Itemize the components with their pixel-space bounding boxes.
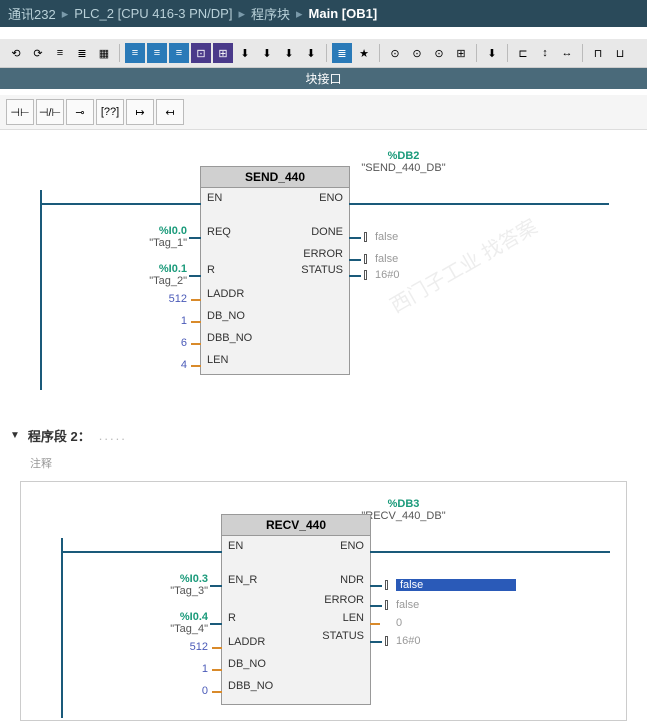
tb-btn-8[interactable]: ≡ bbox=[169, 43, 189, 63]
fb1-status-val[interactable]: 16#0 bbox=[375, 269, 399, 281]
fb2-ndr-val[interactable]: false bbox=[396, 579, 526, 591]
tb-btn-3[interactable]: ≡ bbox=[50, 43, 70, 63]
network-2-header[interactable]: ▼ 程序段 2： ..... bbox=[0, 420, 647, 451]
fb2-pin-en: EN bbox=[228, 540, 243, 552]
lad-contact-nc[interactable]: ⊣/⊢ bbox=[36, 99, 64, 125]
fb2-error-val[interactable]: false bbox=[396, 599, 419, 611]
lad-box[interactable]: [??] bbox=[96, 99, 124, 125]
tb-btn-5[interactable]: ▦ bbox=[94, 43, 114, 63]
fb2-status-val[interactable]: 16#0 bbox=[396, 635, 420, 647]
network-1: %DB2 "SEND_440_DB" SEND_440 EN ENO REQ D… bbox=[0, 130, 647, 390]
tb-btn-14[interactable]: ⬇ bbox=[301, 43, 321, 63]
network-2: %DB3 "RECV_440_DB" RECV_440 EN ENO EN_R … bbox=[20, 481, 627, 721]
watermark: 西门子工业 找答案 bbox=[384, 211, 542, 319]
tb-btn-9[interactable]: ⊡ bbox=[191, 43, 211, 63]
fb1-pin-status: STATUS bbox=[301, 264, 343, 276]
fb1-done-val[interactable]: false bbox=[375, 231, 398, 243]
fb1-pin-dbno: DB_NO bbox=[207, 310, 245, 322]
fb2-pin-enr: EN_R bbox=[228, 574, 257, 586]
breadcrumb: 通讯232 ▸ PLC_2 [CPU 416-3 PN/DP] ▸ 程序块 ▸ … bbox=[0, 0, 647, 27]
tb-btn-13[interactable]: ⬇ bbox=[279, 43, 299, 63]
block-interface-header[interactable]: 块接口 bbox=[0, 68, 647, 89]
lad-toolbar: ⊣⊢ ⊣/⊢ ⊸ [??] ↦ ↤ bbox=[0, 95, 647, 130]
fb2-pin-eno: ENO bbox=[340, 540, 364, 552]
fb2-dbbno-input[interactable]: 0 bbox=[202, 685, 208, 697]
fb2-pin-r: R bbox=[228, 612, 236, 624]
fb1-dbno-input[interactable]: 1 bbox=[181, 315, 187, 327]
fb1-block[interactable]: SEND_440 EN ENO REQ DONE %I0.0 "Tag_1" bbox=[200, 166, 350, 375]
fb2-pin-error: ERROR bbox=[324, 594, 364, 606]
fb2-pin-ndr: NDR bbox=[340, 574, 364, 586]
fb1-pin-laddr: LADDR bbox=[207, 288, 244, 300]
fb2-block[interactable]: RECV_440 EN ENO EN_R NDR %I0.3 "Tag_3" bbox=[221, 514, 371, 705]
lad-branch-close[interactable]: ↤ bbox=[156, 99, 184, 125]
fb2-pin-laddr: LADDR bbox=[228, 636, 265, 648]
fb1-pin-req: REQ bbox=[207, 226, 231, 238]
eno-wire bbox=[349, 203, 609, 205]
fb2-pin-len: LEN bbox=[343, 612, 364, 624]
breadcrumb-sep: ▸ bbox=[62, 6, 69, 22]
breadcrumb-item[interactable]: 程序块 bbox=[251, 4, 290, 23]
fb1-pin-eno: ENO bbox=[319, 192, 343, 204]
en-wire bbox=[41, 203, 201, 205]
tb-btn-22[interactable]: ⊏ bbox=[513, 43, 533, 63]
dots-icon: ..... bbox=[99, 428, 127, 443]
tb-btn-25[interactable]: ⊓ bbox=[588, 43, 608, 63]
tb-btn-15[interactable]: ≣ bbox=[332, 43, 352, 63]
main-toolbar: ⟲ ⟳ ≡ ≣ ▦ ≡ ≡ ≡ ⊡ ⊞ ⬇ ⬇ ⬇ ⬇ ≣ ★ ⊙ ⊙ ⊙ ⊞ … bbox=[0, 39, 647, 68]
fb1-pin-r: R bbox=[207, 264, 215, 276]
fb2-title: RECV_440 bbox=[222, 515, 370, 536]
fb1-len-input[interactable]: 4 bbox=[181, 359, 187, 371]
fb2-enr-input[interactable]: %I0.3 "Tag_3" bbox=[170, 573, 208, 597]
network-2-title: 程序段 2： bbox=[28, 426, 91, 445]
tb-btn-17[interactable]: ⊙ bbox=[385, 43, 405, 63]
editor-canvas[interactable]: %DB2 "SEND_440_DB" SEND_440 EN ENO REQ D… bbox=[0, 130, 647, 721]
fb1-req-input[interactable]: %I0.0 "Tag_1" bbox=[149, 225, 187, 249]
tb-btn-6[interactable]: ≡ bbox=[125, 43, 145, 63]
fb2-laddr-input[interactable]: 512 bbox=[190, 641, 208, 653]
collapse-arrow-icon[interactable]: ▼ bbox=[10, 430, 20, 441]
breadcrumb-sep: ▸ bbox=[296, 6, 303, 22]
fb1-title: SEND_440 bbox=[201, 167, 349, 188]
tb-btn-21[interactable]: ⬇ bbox=[482, 43, 502, 63]
fb1-pin-error: ERROR bbox=[303, 248, 343, 260]
fb1-r-input[interactable]: %I0.1 "Tag_2" bbox=[149, 263, 187, 287]
lad-branch-open[interactable]: ↦ bbox=[126, 99, 154, 125]
tb-btn-18[interactable]: ⊙ bbox=[407, 43, 427, 63]
breadcrumb-sep: ▸ bbox=[238, 6, 245, 22]
tb-btn-10[interactable]: ⊞ bbox=[213, 43, 233, 63]
tb-btn-26[interactable]: ⊔ bbox=[610, 43, 630, 63]
tb-btn-11[interactable]: ⬇ bbox=[235, 43, 255, 63]
fb2-r-input[interactable]: %I0.4 "Tag_4" bbox=[170, 611, 208, 635]
breadcrumb-item[interactable]: 通讯232 bbox=[8, 4, 56, 23]
breadcrumb-current: Main [OB1] bbox=[309, 6, 378, 21]
fb1-dbbno-input[interactable]: 6 bbox=[181, 337, 187, 349]
fb2-pin-dbno: DB_NO bbox=[228, 658, 266, 670]
fb1-pin-done: DONE bbox=[311, 226, 343, 238]
tb-btn-2[interactable]: ⟳ bbox=[28, 43, 48, 63]
fb1-pin-len: LEN bbox=[207, 354, 228, 366]
fb2-dbno-input[interactable]: 1 bbox=[202, 663, 208, 675]
tb-btn-1[interactable]: ⟲ bbox=[6, 43, 26, 63]
tb-btn-4[interactable]: ≣ bbox=[72, 43, 92, 63]
network-2-comment[interactable]: 注释 bbox=[30, 455, 617, 471]
lad-coil[interactable]: ⊸ bbox=[66, 99, 94, 125]
fb1-pin-en: EN bbox=[207, 192, 222, 204]
fb1-laddr-input[interactable]: 512 bbox=[169, 293, 187, 305]
tb-btn-23[interactable]: ↕ bbox=[535, 43, 555, 63]
fb1-error-val[interactable]: false bbox=[375, 253, 398, 265]
tb-btn-20[interactable]: ⊞ bbox=[451, 43, 471, 63]
fb2-len-val[interactable]: 0 bbox=[396, 617, 402, 629]
breadcrumb-item[interactable]: PLC_2 [CPU 416-3 PN/DP] bbox=[74, 6, 232, 21]
fb1-pin-dbbno: DBB_NO bbox=[207, 332, 252, 344]
tb-btn-24[interactable]: ↔ bbox=[557, 43, 577, 63]
tb-btn-19[interactable]: ⊙ bbox=[429, 43, 449, 63]
tb-btn-7[interactable]: ≡ bbox=[147, 43, 167, 63]
tb-btn-16[interactable]: ★ bbox=[354, 43, 374, 63]
fb2-pin-dbbno: DBB_NO bbox=[228, 680, 273, 692]
tb-btn-12[interactable]: ⬇ bbox=[257, 43, 277, 63]
lad-contact-no[interactable]: ⊣⊢ bbox=[6, 99, 34, 125]
